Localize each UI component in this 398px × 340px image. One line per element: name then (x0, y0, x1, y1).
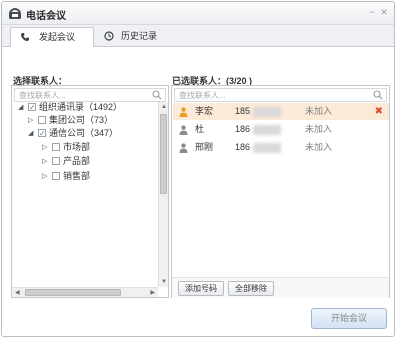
conference-window: 电话会议 − ✕ 发起会议 历史记录 选择联系人： 查找联系人... ◢ ✓ 组… (1, 1, 395, 337)
member-phone: 186 (235, 142, 251, 152)
selected-contacts-panel: 查找联系人... 李宏 185 未加入 ✖ 杜 186 未加入 邢刚 186 未… (171, 85, 390, 298)
remove-icon[interactable]: ✖ (375, 103, 383, 120)
tab-history[interactable]: 历史记录 (102, 27, 172, 46)
tab-bar: 发起会议 历史记录 (2, 25, 394, 47)
member-name: 李宏 (195, 106, 214, 116)
tree-node-label: 通信公司（347） (49, 128, 119, 138)
expand-arrow-icon[interactable]: ▷ (42, 141, 47, 154)
search-placeholder: 查找联系人... (19, 91, 66, 100)
tab-label: 发起会议 (39, 32, 76, 42)
checkbox[interactable] (28, 101, 36, 114)
search-placeholder: 查找联系人... (179, 91, 226, 100)
search-icon (152, 90, 162, 100)
selected-search-input[interactable]: 查找联系人... (174, 88, 387, 102)
contact-search-input[interactable]: 查找联系人... (14, 88, 166, 102)
tree-horizontal-scrollbar[interactable]: ◀ ▶ (12, 287, 158, 297)
redacted-phone (253, 107, 281, 117)
member-name: 邢刚 (195, 142, 214, 152)
member-status: 未加入 (305, 106, 333, 116)
collapse-arrow-icon[interactable]: ◢ (28, 127, 33, 140)
tree-node-product[interactable]: ▷ 产品部 (12, 155, 152, 168)
title-bar: 电话会议 − ✕ (2, 2, 394, 25)
tree-node-telecom-company[interactable]: ◢ 通信公司（347） (12, 127, 152, 140)
member-status: 未加入 (305, 124, 333, 134)
member-row[interactable]: 杜 186 未加入 (173, 121, 389, 138)
search-icon (373, 90, 383, 100)
scrollbar-thumb[interactable] (160, 114, 167, 194)
tab-start-meeting[interactable]: 发起会议 (10, 27, 94, 47)
expand-arrow-icon[interactable]: ▷ (42, 155, 47, 168)
tree-node-marketing[interactable]: ▷ 市场部 (12, 141, 152, 154)
add-number-button[interactable]: 添加号码 (178, 281, 224, 296)
person-icon (179, 125, 188, 135)
tree-node-label: 组织通讯录（1492） (39, 102, 123, 112)
tab-label: 历史记录 (121, 31, 158, 41)
checkbox[interactable] (38, 127, 46, 140)
person-icon (179, 107, 188, 117)
scrollbar-thumb[interactable] (25, 289, 121, 296)
checkbox[interactable] (38, 116, 46, 124)
tree-node-label: 市场部 (63, 142, 91, 152)
tree-node-group-company[interactable]: ▷ 集团公司（73） (12, 114, 152, 127)
phone-conference-icon (9, 8, 21, 19)
close-icon[interactable]: ✕ (379, 7, 389, 17)
scroll-right-icon[interactable]: ▶ (150, 289, 155, 297)
tree-node-label: 销售部 (63, 171, 91, 181)
redacted-phone (253, 143, 281, 153)
checkbox[interactable] (52, 157, 60, 165)
start-meeting-button[interactable]: 开始会议 (311, 308, 387, 329)
expand-arrow-icon[interactable]: ▷ (28, 114, 33, 127)
scroll-up-icon[interactable]: ▲ (161, 103, 167, 111)
tree-node-org-directory[interactable]: ◢ 组织通讯录（1492） (12, 101, 152, 114)
scroll-left-icon[interactable]: ◀ (15, 289, 20, 297)
member-phone: 185 (235, 106, 251, 116)
expand-arrow-icon[interactable]: ▷ (42, 170, 47, 183)
member-status: 未加入 (305, 142, 333, 152)
redacted-phone (253, 125, 281, 135)
tree-node-label: 产品部 (63, 156, 91, 166)
phone-icon (20, 33, 29, 42)
member-row[interactable]: 邢刚 186 未加入 (173, 139, 389, 156)
minimize-icon[interactable]: − (367, 7, 377, 17)
checkbox[interactable] (52, 172, 60, 180)
clock-icon (104, 31, 114, 41)
member-phone: 186 (235, 124, 251, 134)
remove-all-button[interactable]: 全部移除 (228, 281, 274, 296)
checkbox[interactable] (52, 143, 60, 151)
scroll-down-icon[interactable]: ▼ (161, 278, 167, 286)
window-title: 电话会议 (26, 11, 66, 22)
collapse-arrow-icon[interactable]: ◢ (18, 101, 23, 114)
tree-node-sales[interactable]: ▷ 销售部 (12, 170, 152, 183)
member-name: 杜 (195, 124, 205, 134)
member-row[interactable]: 李宏 185 未加入 ✖ (173, 103, 389, 120)
tree-node-label: 集团公司（73） (49, 115, 114, 125)
member-actions-bar: 添加号码 全部移除 (172, 277, 389, 298)
person-icon (179, 143, 188, 153)
tree-vertical-scrollbar[interactable]: ▲ ▼ (158, 102, 168, 287)
contact-tree-panel: 查找联系人... ◢ 组织通讯录（1492） ▷ 集团公司（73） ◢ 通信公司… (11, 85, 169, 298)
